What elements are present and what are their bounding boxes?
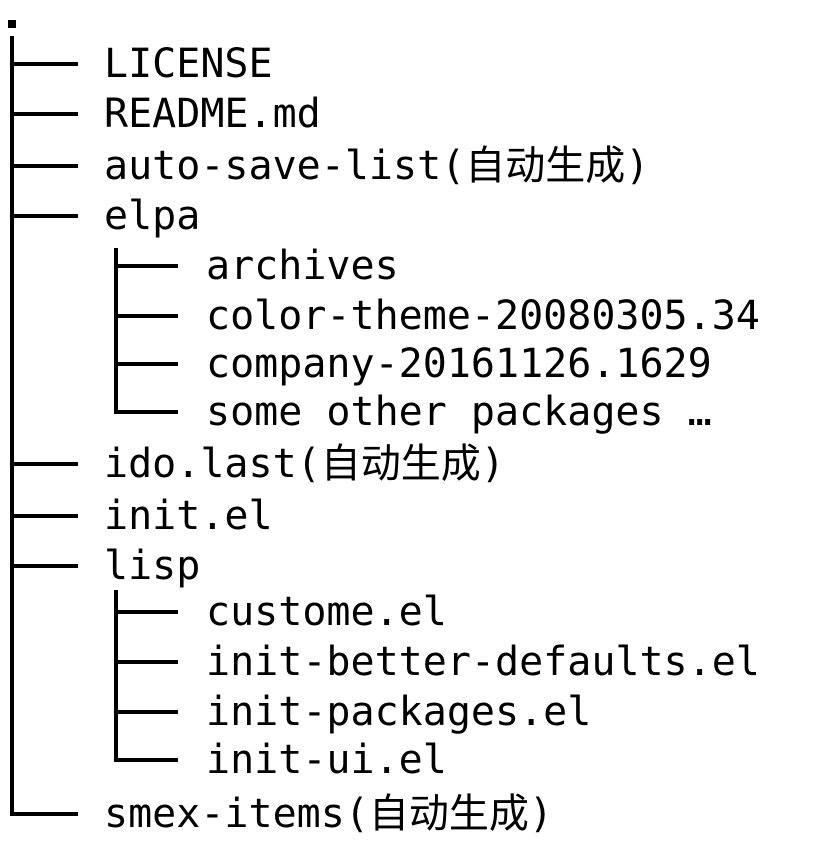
connector-lisp xyxy=(10,564,78,568)
connector-init-packages xyxy=(114,710,178,714)
tree-item-init-ui[interactable]: init-ui.el xyxy=(206,736,447,784)
connector-other-packages xyxy=(114,410,178,414)
tree-guide-root xyxy=(10,36,14,816)
tree-item-lisp[interactable]: lisp xyxy=(104,542,200,590)
tree-item-auto-save-list[interactable]: auto-save-list(自动生成) xyxy=(104,142,649,190)
tree-item-custome[interactable]: custome.el xyxy=(206,588,447,636)
connector-ido-last xyxy=(10,462,78,466)
tree-item-archives[interactable]: archives xyxy=(206,242,399,290)
tree-item-elpa[interactable]: elpa xyxy=(104,192,200,240)
connector-elpa xyxy=(10,214,78,218)
connector-color-theme xyxy=(114,314,178,318)
connector-auto-save-list xyxy=(10,164,78,168)
tree-item-other-packages[interactable]: some other packages … xyxy=(206,388,712,436)
tree-item-init-packages[interactable]: init-packages.el xyxy=(206,688,591,736)
tree-item-color-theme[interactable]: color-theme-20080305.34 xyxy=(206,292,760,340)
tree-item-readme[interactable]: README.md xyxy=(104,90,321,138)
tree-item-license[interactable]: LICENSE xyxy=(104,40,273,88)
connector-init-ui xyxy=(114,758,178,762)
tree-guide-lisp xyxy=(114,590,118,760)
root-dot xyxy=(8,20,16,28)
tree-item-init-better-defaults[interactable]: init-better-defaults.el xyxy=(206,638,760,686)
connector-company xyxy=(114,362,178,366)
tree-item-company[interactable]: company-20161126.1629 xyxy=(206,340,712,388)
tree-item-smex-items[interactable]: smex-items(自动生成) xyxy=(104,790,553,838)
connector-archives xyxy=(114,264,178,268)
connector-init-el xyxy=(10,514,78,518)
tree-item-ido-last[interactable]: ido.last(自动生成) xyxy=(104,440,505,488)
tree-guide-elpa xyxy=(114,248,118,412)
connector-license xyxy=(10,62,78,66)
connector-custome xyxy=(114,610,178,614)
directory-tree: LICENSE README.md auto-save-list(自动生成) e… xyxy=(0,0,822,852)
connector-readme xyxy=(10,112,78,116)
connector-init-better-defaults xyxy=(114,660,178,664)
connector-smex-items xyxy=(10,812,78,816)
tree-item-init-el[interactable]: init.el xyxy=(104,492,273,540)
